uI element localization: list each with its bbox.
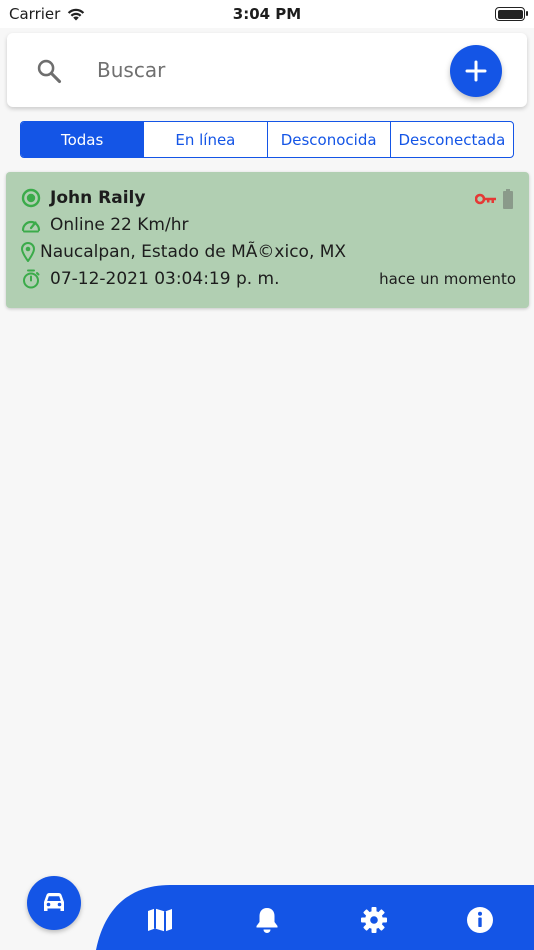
- battery-indicator-icon: [503, 189, 513, 209]
- nav-alerts-button[interactable]: [249, 902, 285, 938]
- battery-icon: [495, 7, 528, 21]
- filter-todas[interactable]: Todas: [21, 122, 145, 157]
- bottom-navigation: [0, 876, 534, 950]
- search-bar: [7, 33, 527, 107]
- vehicle-timestamp: 07-12-2021 03:04:19 p. m.: [50, 269, 280, 289]
- vehicle-indicators: [475, 189, 513, 209]
- filter-desconocida[interactable]: Desconocida: [268, 122, 391, 157]
- vehicle-location: Naucalpan, Estado de MÃ©xico, MX: [40, 242, 347, 262]
- bell-icon: [256, 908, 278, 933]
- gear-icon: [361, 907, 387, 933]
- search-input[interactable]: [97, 53, 427, 87]
- vehicle-location-row: Naucalpan, Estado de MÃ©xico, MX: [20, 241, 346, 263]
- stopwatch-icon: [20, 268, 42, 290]
- nav-settings-button[interactable]: [356, 902, 392, 938]
- info-icon: [467, 907, 493, 933]
- vehicle-speed-row: Online 22 Km/hr: [20, 214, 188, 236]
- location-pin-icon: [20, 241, 36, 263]
- plus-icon: [465, 60, 487, 82]
- nav-map-button[interactable]: [142, 902, 178, 938]
- vehicle-time-ago: hace un momento: [379, 270, 516, 288]
- status-filter: Todas En línea Desconocida Desconectada: [20, 121, 514, 158]
- add-button[interactable]: [450, 45, 502, 97]
- vehicle-timestamp-row: 07-12-2021 03:04:19 p. m.: [20, 268, 280, 290]
- key-icon: [475, 193, 496, 205]
- vehicle-name: John Raily: [50, 188, 146, 208]
- map-icon: [148, 908, 172, 932]
- status-time: 3:04 PM: [232, 5, 302, 23]
- status-bar: Carrier 3:04 PM: [0, 0, 534, 28]
- vehicle-card[interactable]: John Raily Online 22 Km/hr Naucalpan, Es…: [6, 172, 529, 308]
- vehicle-name-row: John Raily: [20, 187, 145, 209]
- nav-info-button[interactable]: [462, 902, 498, 938]
- online-status-icon: [20, 187, 42, 209]
- vehicle-status: Online 22 Km/hr: [50, 215, 189, 235]
- car-icon: [44, 893, 64, 911]
- nav-vehicles-button[interactable]: [27, 876, 81, 930]
- search-icon: [37, 59, 62, 84]
- filter-desconectada[interactable]: Desconectada: [391, 122, 513, 157]
- filter-en-linea[interactable]: En línea: [144, 122, 268, 157]
- speedometer-icon: [20, 214, 42, 236]
